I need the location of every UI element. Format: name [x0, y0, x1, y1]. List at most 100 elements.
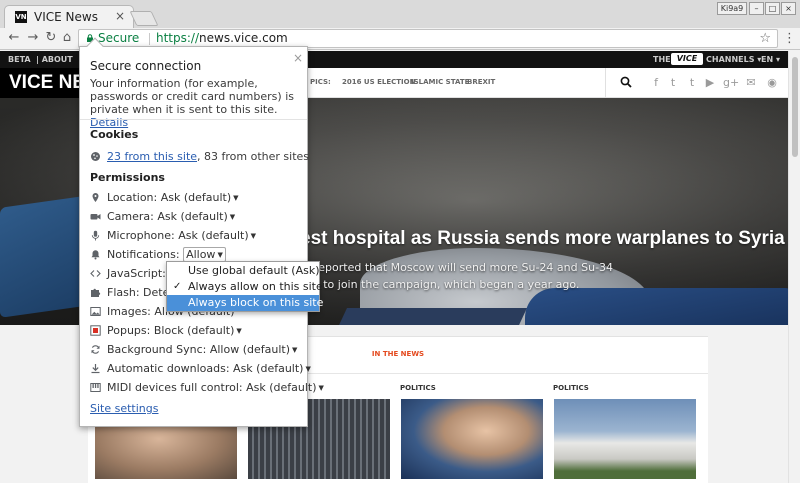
vice-logo[interactable]: VICE [671, 53, 703, 65]
forward-icon[interactable]: → [25, 30, 41, 46]
permission-value[interactable]: Block (default) [154, 324, 235, 337]
language-menu[interactable]: EN ▾ [761, 55, 780, 64]
permission-javascript[interactable]: JavaScript: A [90, 266, 177, 282]
cookie-icon [90, 151, 101, 162]
permission-value[interactable]: Ask (default) [246, 381, 316, 394]
vice-news-logo[interactable]: VICE NEWS [0, 68, 80, 98]
hero-headline[interactable]: est hospital as Russia sends more warpla… [300, 228, 785, 250]
about-link[interactable]: | ABOUT [36, 55, 73, 64]
cookies-row: 23 from this site, 83 from other sites [90, 150, 309, 163]
camera-icon [90, 211, 101, 222]
rss-icon[interactable]: ◉ [766, 76, 778, 89]
chevron-down-icon: ▼ [233, 194, 239, 202]
maximize-button[interactable]: □ [765, 2, 780, 15]
the-label: THE [653, 55, 671, 64]
permission-label: Notifications: [107, 248, 180, 261]
popup-icon [90, 325, 101, 336]
midi-icon [90, 382, 101, 393]
tumblr-icon[interactable]: t [686, 76, 698, 89]
permission-camera[interactable]: Camera: Ask (default) ▼ [90, 209, 235, 225]
permission-popups[interactable]: Popups: Block (default) ▼ [90, 323, 242, 339]
permission-microphone[interactable]: Microphone: Ask (default) ▼ [90, 228, 256, 244]
search-icon[interactable] [620, 76, 632, 88]
permission-value[interactable]: Ask (default) [178, 229, 248, 242]
chevron-down-icon: ▼ [305, 365, 311, 373]
download-icon [90, 363, 101, 374]
permission-background-sync[interactable]: Background Sync: Allow (default) ▼ [90, 342, 297, 358]
chrome-menu-icon[interactable]: ⋮ [783, 31, 796, 47]
option-use-global-default[interactable]: Use global default (Ask) [167, 263, 320, 279]
permission-label: Background Sync: [107, 343, 207, 356]
option-always-block[interactable]: Always block on this site [167, 295, 323, 311]
channels-menu[interactable]: CHANNELS ▾ [706, 55, 761, 64]
beta-link[interactable]: BETA [8, 55, 31, 64]
facebook-icon[interactable]: f [650, 76, 662, 89]
permission-value[interactable]: Ask (default) [161, 191, 231, 204]
permission-label: Location: [107, 191, 158, 204]
tab-close-icon[interactable]: × [115, 9, 125, 23]
permission-value[interactable]: Ask (default) [157, 210, 227, 223]
chevron-down-icon: ▼ [292, 346, 298, 354]
connection-info: Your information (for example, passwords… [90, 77, 305, 129]
chevron-down-icon: ▼ [229, 213, 236, 221]
permission-label: Flash: [107, 286, 140, 299]
cookies-link[interactable]: 23 from this site [107, 150, 197, 163]
chevron-down-icon: ▼ [217, 251, 223, 259]
permission-value[interactable]: Ask (default) [233, 362, 303, 375]
option-label: Always allow on this site [188, 280, 323, 293]
twitter-icon[interactable]: t [667, 76, 679, 89]
home-icon[interactable]: ⌂ [59, 30, 75, 46]
site-settings-link[interactable]: Site settings [90, 402, 158, 415]
chevron-down-icon: ▼ [250, 232, 257, 240]
news-card-image[interactable] [554, 399, 696, 479]
location-icon [90, 192, 101, 203]
profile-button[interactable]: Ki9a9 [717, 2, 747, 15]
back-icon[interactable]: ← [6, 30, 22, 46]
topic-us-election[interactable]: 2016 US ELECTION [342, 78, 415, 86]
reload-icon[interactable]: ↻ [43, 30, 59, 46]
vice-favicon-icon: VN [15, 11, 27, 23]
permission-label: Automatic downloads: [107, 362, 230, 375]
permission-value[interactable]: Allow (default) [210, 343, 290, 356]
chevron-down-icon: ▼ [318, 384, 324, 392]
cookies-heading: Cookies [90, 128, 139, 141]
permission-label: Microphone: [107, 229, 175, 242]
close-icon[interactable]: × [293, 52, 303, 64]
category-politics[interactable]: POLITICS [553, 384, 589, 392]
permission-label: Camera: [107, 210, 154, 223]
connection-title: Secure connection [90, 59, 202, 73]
option-label: Always block on this site [188, 296, 324, 309]
close-window-button[interactable]: × [781, 2, 796, 15]
url-text[interactable]: https://news.vice.com [156, 30, 288, 47]
googleplus-icon[interactable]: g+ [723, 76, 739, 89]
bookmark-star-icon[interactable]: ☆ [759, 30, 771, 47]
microphone-icon [90, 230, 101, 241]
connection-info-text: Your information (for example, passwords… [90, 77, 294, 116]
chevron-down-icon: ▼ [236, 327, 242, 335]
permission-value: Allow [186, 248, 216, 261]
youtube-icon[interactable]: ▶ [704, 76, 716, 89]
scrollbar-thumb[interactable] [792, 57, 798, 157]
hero-dek-line-1: reported that Moscow will send more Su-2… [314, 261, 614, 274]
news-card-image[interactable] [401, 399, 543, 479]
url-host: news.vice.com [199, 31, 288, 45]
url-scheme: https:// [156, 31, 200, 45]
topic-brexit[interactable]: BREXIT [467, 78, 495, 86]
hero-bed-right [525, 288, 788, 325]
page-info-bubble: × Secure connection Your information (fo… [79, 37, 324, 427]
category-politics[interactable]: POLITICS [400, 384, 436, 392]
permission-automatic-downloads[interactable]: Automatic downloads: Ask (default) ▼ [90, 361, 311, 377]
option-label: Use global default (Ask) [188, 264, 320, 277]
permission-flash[interactable]: Flash: Detec [90, 285, 175, 301]
topic-islamic-state[interactable]: ISLAMIC STATE [411, 78, 469, 86]
minimize-button[interactable]: – [749, 2, 764, 15]
puzzle-icon [90, 287, 101, 298]
secure-label[interactable]: Secure [98, 30, 139, 47]
option-always-allow[interactable]: ✓ Always allow on this site [167, 279, 323, 295]
tab-vice-news[interactable]: VN VICE News × [4, 5, 134, 29]
notifications-select[interactable]: Allow ▼ [183, 247, 226, 262]
page-scrollbar[interactable] [788, 51, 800, 483]
permission-midi[interactable]: MIDI devices full control: Ask (default)… [90, 380, 324, 396]
permission-location[interactable]: Location: Ask (default) ▼ [90, 190, 239, 206]
email-icon[interactable]: ✉ [745, 76, 757, 89]
